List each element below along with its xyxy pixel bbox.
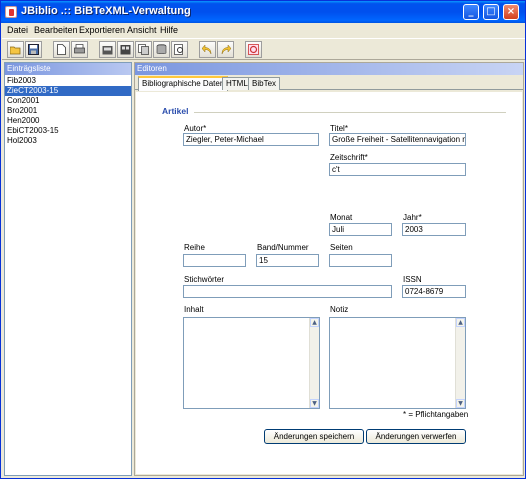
issn-field[interactable]: 0724-8679 [402, 285, 466, 298]
reihe-field[interactable] [183, 254, 246, 267]
scroll-down-icon[interactable]: ▼ [456, 399, 465, 408]
editor-header: Editoren [135, 63, 523, 75]
entry-list-item[interactable]: Con2001 [5, 96, 131, 106]
entry-list-item-selected[interactable]: ZieCT2003-15 [5, 86, 131, 96]
scroll-down-icon[interactable]: ▼ [310, 399, 319, 408]
toolbar [2, 38, 525, 60]
band-field[interactable]: 15 [256, 254, 319, 267]
titel-label: Titel* [330, 124, 348, 133]
stichwoerter-label: Stichwörter [184, 275, 225, 284]
maximize-button[interactable]: □ [483, 4, 499, 20]
menu-bar: Datei Bearbeiten Exportieren Ansicht Hil… [2, 23, 525, 37]
jahr-label: Jahr* [403, 213, 422, 222]
autor-field[interactable]: Ziegler, Peter-Michael [183, 133, 319, 146]
entry-list-panel: Einträgsliste Fib2003 ZieCT2003-15 Con20… [4, 62, 132, 476]
entry-list-item[interactable]: Hol2003 [5, 136, 131, 146]
band-label: Band/Nummer [257, 243, 309, 252]
entry-list-item[interactable]: Fib2003 [5, 76, 131, 86]
zeitschrift-field[interactable]: c't [329, 163, 466, 176]
undo-icon[interactable] [199, 41, 216, 58]
entry-list-item[interactable]: EbiCT2003-15 [5, 126, 131, 136]
jahr-field[interactable]: 2003 [402, 223, 466, 236]
menu-hilfe[interactable]: Hilfe [160, 25, 178, 35]
article-form: Artikel Autor* Ziegler, Peter-Michael Ti… [136, 92, 522, 474]
export-all-icon[interactable] [117, 41, 134, 58]
notiz-label: Notiz [330, 305, 349, 314]
print-icon[interactable] [71, 41, 88, 58]
seiten-field[interactable] [329, 254, 392, 267]
inhalt-textarea[interactable]: ▲ ▼ [183, 317, 320, 409]
issn-label: ISSN [403, 275, 422, 284]
monat-field[interactable]: Juli [329, 223, 392, 236]
redo-icon[interactable] [217, 41, 234, 58]
menu-bearbeiten[interactable]: Bearbeiten [34, 25, 78, 35]
close-button[interactable]: × [503, 4, 519, 20]
reihe-label: Reihe [184, 243, 205, 252]
app-icon [5, 6, 17, 18]
copy-icon[interactable] [135, 41, 152, 58]
monat-label: Monat [330, 213, 353, 222]
entry-list-item[interactable]: Hen2000 [5, 116, 131, 126]
tab-bibliographische-daten[interactable]: Bibliographische Daten [138, 76, 229, 91]
autor-label: Autor* [184, 124, 207, 133]
entry-list-item[interactable]: Bro2001 [5, 106, 131, 116]
export-icon[interactable] [99, 41, 116, 58]
editor-panel: Editoren Bibliographische Daten HTML Bib… [134, 62, 524, 476]
menu-exportieren[interactable]: Exportieren [79, 25, 125, 35]
database-icon[interactable] [153, 41, 170, 58]
inhalt-label: Inhalt [184, 305, 204, 314]
titel-field[interactable]: Große Freiheit - Satellitennavigation mi… [329, 133, 466, 146]
zeitschrift-label: Zeitschrift* [330, 153, 368, 162]
window-title: JBiblio .:: BiBTeXML-Verwaltung [21, 5, 191, 17]
save-changes-button[interactable]: Änderungen speichern [264, 429, 364, 444]
group-title: Artikel [162, 106, 189, 116]
scroll-up-icon[interactable]: ▲ [456, 318, 465, 327]
inhalt-scrollbar[interactable]: ▲ ▼ [309, 318, 319, 408]
new-document-icon[interactable] [53, 41, 70, 58]
editor-tabs: Bibliographische Daten HTML BibTex [135, 76, 523, 91]
menu-ansicht[interactable]: Ansicht [127, 25, 157, 35]
app-window: JBiblio .:: BiBTeXML-Verwaltung _ □ × Da… [0, 0, 526, 479]
menu-datei[interactable]: Datei [7, 25, 28, 35]
scroll-up-icon[interactable]: ▲ [310, 318, 319, 327]
tab-bibtex[interactable]: BibTex [248, 77, 281, 90]
stichwoerter-field[interactable] [183, 285, 392, 298]
save-icon[interactable] [25, 41, 42, 58]
minimize-button[interactable]: _ [463, 4, 479, 20]
notiz-textarea[interactable]: ▲ ▼ [329, 317, 466, 409]
group-divider [194, 112, 506, 113]
seiten-label: Seiten [330, 243, 353, 252]
discard-changes-button[interactable]: Änderungen verwerfen [366, 429, 466, 444]
preview-icon[interactable] [171, 41, 188, 58]
title-bar[interactable]: JBiblio .:: BiBTeXML-Verwaltung _ □ × [1, 1, 525, 23]
required-note: * = Pflichtangaben [403, 410, 469, 419]
entry-list-header: Einträgsliste [5, 63, 131, 75]
open-icon[interactable] [7, 41, 24, 58]
notiz-scrollbar[interactable]: ▲ ▼ [455, 318, 465, 408]
exit-icon[interactable] [245, 41, 262, 58]
